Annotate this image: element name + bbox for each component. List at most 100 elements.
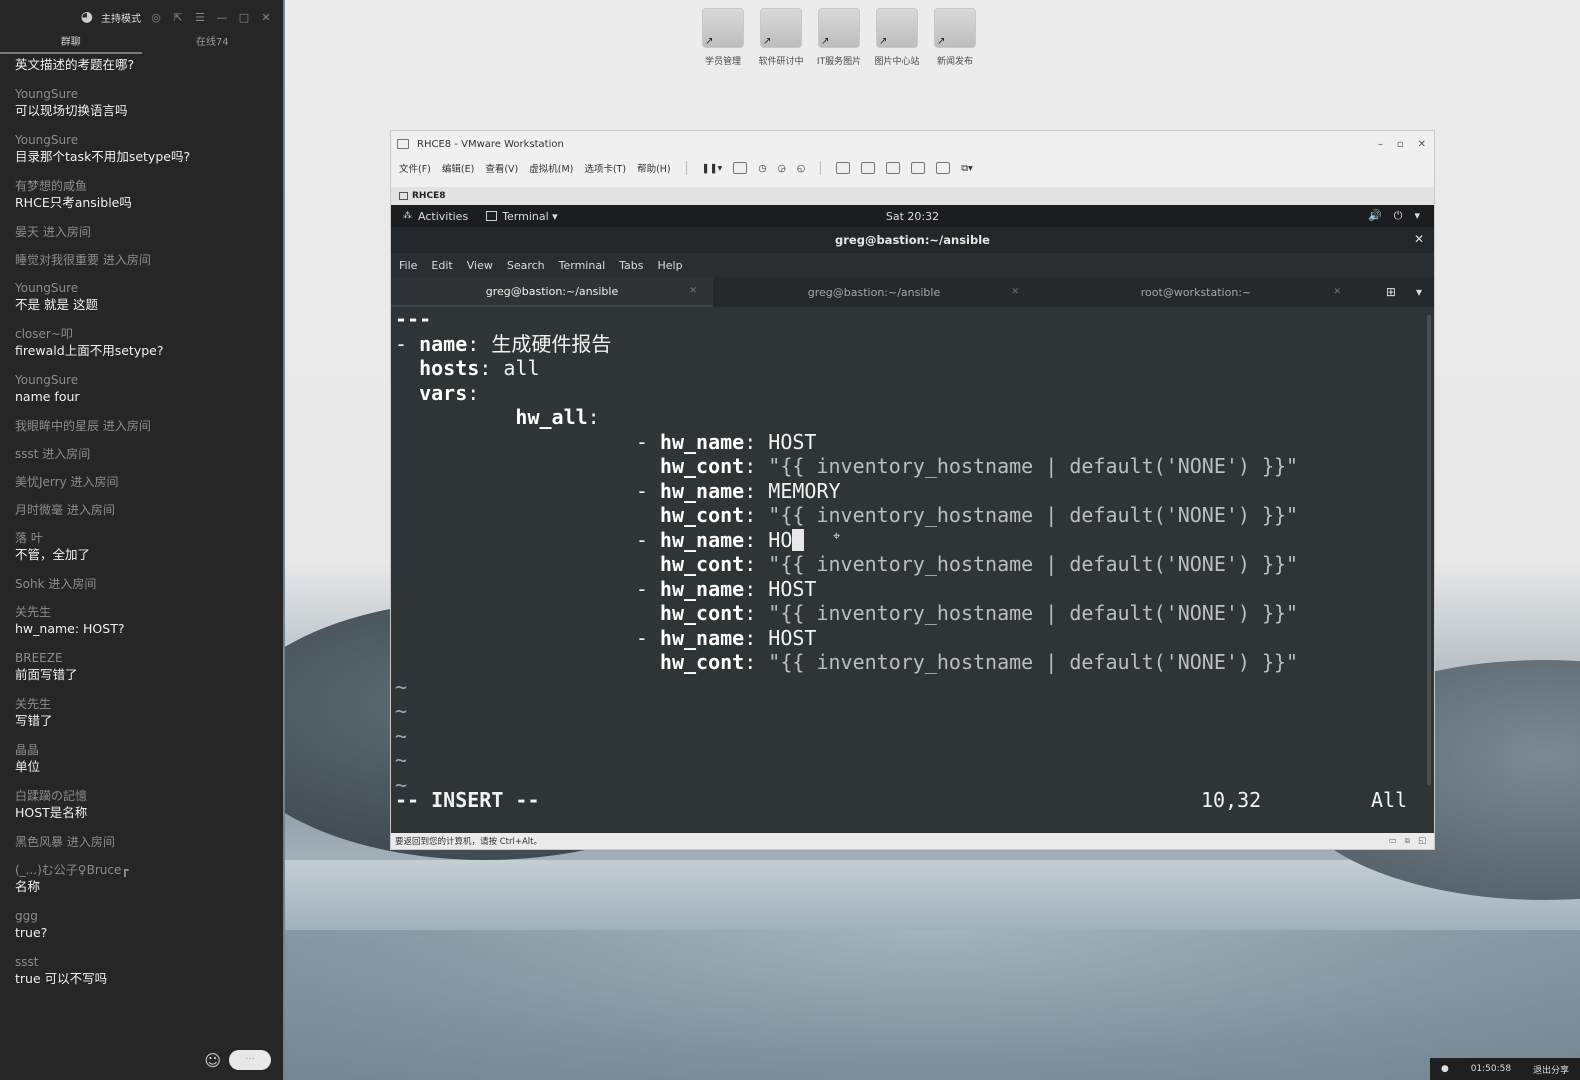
minimize-icon[interactable]: – [1378, 139, 1383, 150]
snapshot-manager-icon[interactable]: ◵ [797, 163, 805, 174]
chat-username[interactable]: 睡觉对我很重要 进入房间 [15, 252, 268, 268]
chat-username[interactable]: YoungSure [15, 280, 268, 296]
maximize-icon[interactable]: ▫ [1397, 139, 1404, 150]
activities-button[interactable]: ⁂ Activities [403, 210, 468, 223]
tab-group-chat[interactable]: 群聊 [0, 34, 142, 54]
menu-tabs[interactable]: Tabs [619, 259, 643, 272]
chat-message: 关先生 hw_name: HOST? [15, 604, 268, 638]
guest-screen[interactable]: ⁂ Activities Terminal ▾ Sat 20:32 🔊 ⏻ ▾ … [391, 205, 1434, 833]
minimize-icon[interactable]: — [215, 10, 229, 24]
send-keys-icon[interactable] [733, 162, 748, 174]
chat-username[interactable]: YoungSure [15, 86, 268, 102]
chat-username[interactable]: 白蹂躏の記憶 [15, 788, 268, 804]
tab-list-chevron-icon[interactable]: ▾ [1416, 285, 1422, 299]
revert-snapshot-icon[interactable]: ◶ [778, 163, 786, 174]
chat-username[interactable]: closer~叩 [15, 326, 268, 342]
chat-username[interactable]: Sohk 进入房间 [15, 576, 268, 592]
new-tab-icon[interactable]: ⊞ [1386, 285, 1396, 299]
thumbnail-icon[interactable] [861, 162, 876, 174]
menu-vm[interactable]: 虚拟机(M) [529, 161, 573, 175]
desktop-icon[interactable]: ↗ 新闻发布 [927, 8, 983, 67]
desktop-icon[interactable]: ↗ IT服务图片 [811, 8, 867, 67]
chat-username[interactable]: 黑色风暴 进入房间 [15, 834, 268, 850]
menu-tabs[interactable]: 选项卡(T) [584, 161, 626, 175]
chat-username[interactable]: ssst [15, 954, 268, 970]
terminal-icon [486, 211, 498, 221]
vm-tab[interactable]: RHCE8 [399, 191, 445, 201]
menu-file[interactable]: 文件(F) [399, 161, 431, 175]
vmware-app-icon [397, 139, 409, 149]
send-button[interactable]: ··· [229, 1050, 271, 1070]
vim-editor[interactable]: --- - name: 生成硬件报告 hosts: all vars: hw_al… [391, 307, 1434, 833]
chat-username[interactable]: 关先生 [15, 604, 268, 620]
scrollbar[interactable] [1427, 315, 1431, 785]
yaml-indent [395, 454, 660, 478]
chat-username[interactable]: 晶晶 [15, 742, 268, 758]
app-menu[interactable]: Terminal ▾ [486, 210, 558, 223]
terminal-tab[interactable]: greg@bastion:~/ansible ✕ [713, 277, 1035, 307]
menu-edit[interactable]: 编辑(E) [442, 161, 474, 175]
menu-search[interactable]: Search [507, 259, 545, 272]
chat-username[interactable]: 晏天 进入房间 [15, 224, 268, 240]
terminal-tab[interactable]: greg@bastion:~/ansible ✕ [391, 277, 713, 307]
network-icon[interactable]: ⧈ [1405, 836, 1410, 846]
yaml-val: "{{ inventory_hostname | default('NONE')… [768, 552, 1299, 576]
menu-help[interactable]: Help [658, 259, 683, 272]
stretch-icon[interactable]: ⧉▾ [961, 163, 973, 174]
menu-help[interactable]: 帮助(H) [637, 161, 671, 175]
chevron-down-icon[interactable]: ▾ [1414, 209, 1420, 223]
snapshot-icon[interactable]: ◷ [758, 163, 766, 174]
menu-file[interactable]: File [399, 259, 417, 272]
power-icon[interactable]: ⏻ [1394, 209, 1403, 223]
desktop-icon[interactable]: ↗ 软件研讨中 [753, 8, 809, 67]
emoji-icon[interactable]: ☺ [204, 1051, 221, 1070]
desktop-icon[interactable]: ↗ 学员管理 [695, 8, 751, 67]
shore-wallpaper [285, 930, 1580, 1080]
yaml-key: hw_cont [659, 454, 745, 478]
vim-buffer[interactable]: --- - name: 生成硬件报告 hosts: all vars: hw_al… [395, 307, 1434, 675]
close-tab-icon[interactable]: ✕ [1011, 287, 1019, 297]
tab-online[interactable]: 在线74 [142, 34, 284, 54]
settings-icon[interactable]: ◎ [149, 10, 163, 24]
maximize-icon[interactable]: □ [237, 10, 251, 24]
chat-username[interactable]: 美忧Jerry 进入房间 [15, 474, 268, 490]
chat-username[interactable]: 我眼眸中的星辰 进入房间 [15, 418, 268, 434]
disk-icon[interactable]: ▭ [1389, 836, 1397, 846]
chat-username[interactable]: 落 叶 [15, 530, 268, 546]
close-icon[interactable]: ✕ [1418, 139, 1426, 150]
fullscreen-icon[interactable] [886, 162, 901, 174]
terminal-tab[interactable]: root@workstation:~ ✕ [1035, 277, 1357, 307]
chat-username[interactable]: ggg [15, 908, 268, 924]
desktop-icon[interactable]: ↗ 图片中心站 [869, 8, 925, 67]
popout-icon[interactable]: ⇱ [171, 10, 185, 24]
close-tab-icon[interactable]: ✕ [1333, 287, 1341, 297]
menu-terminal[interactable]: Terminal [559, 259, 606, 272]
yaml-key: hw_name [659, 478, 745, 503]
fit-icon[interactable]: ◱ [1418, 836, 1426, 846]
menu-icon[interactable]: ☰ [193, 10, 207, 24]
close-icon[interactable]: ✕ [1414, 232, 1424, 246]
chat-username[interactable]: 有梦想的咸鱼 [15, 178, 268, 194]
menu-view[interactable]: View [467, 259, 493, 272]
library-icon[interactable] [836, 162, 851, 174]
chat-username[interactable]: (_...)む公子♀Bruce┏ [15, 862, 268, 878]
chat-username[interactable]: 月时微毫 进入房间 [15, 502, 268, 518]
unity-icon[interactable] [911, 162, 926, 174]
menu-view[interactable]: 查看(V) [485, 161, 518, 175]
chat-username[interactable]: BREEZE [15, 650, 268, 666]
shortcut-icon: ↗ [934, 8, 976, 48]
close-icon[interactable]: ✕ [259, 10, 273, 24]
menu-edit[interactable]: Edit [431, 259, 452, 272]
pause-icon[interactable]: ❚❚▾ [702, 163, 723, 174]
chat-username[interactable]: ssst 进入房间 [15, 446, 268, 462]
chat-username[interactable]: 关先生 [15, 696, 268, 712]
chat-username[interactable]: YoungSure [15, 372, 268, 388]
volume-icon[interactable]: 🔊 [1368, 209, 1382, 223]
console-icon[interactable] [936, 162, 951, 174]
chat-username[interactable]: YoungSure [15, 132, 268, 148]
vm-icon [399, 192, 408, 200]
exit-share-button[interactable]: 退出分享 [1533, 1063, 1569, 1076]
desktop-icon-label: 软件研讨中 [758, 57, 804, 67]
close-tab-icon[interactable]: ✕ [689, 286, 697, 296]
chat-message-list[interactable]: 英文描述的考题在哪? YoungSure 可以现场切换语言吗 YoungSure 目录那… [0, 52, 283, 1040]
